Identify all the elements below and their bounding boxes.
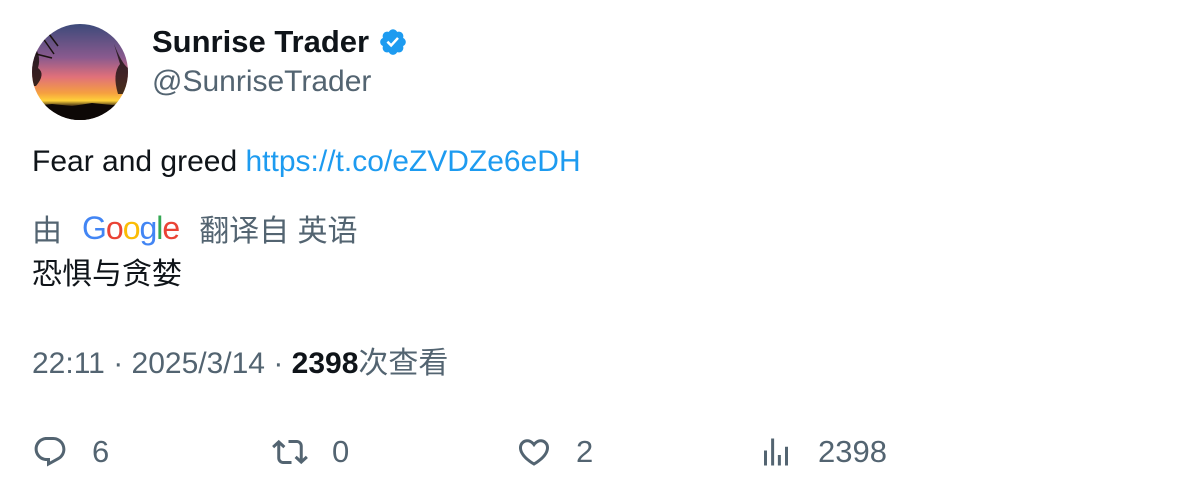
display-name-row: Sunrise Trader — [152, 22, 408, 62]
views-label: 次查看 — [358, 347, 449, 380]
tweet-meta: 22:11 · 2025/3/14 · 2398次查看 — [32, 344, 448, 384]
translation-prefix: 由 — [32, 215, 62, 248]
tweet-card: Sunrise Trader @SunriseTrader Fear and g… — [0, 0, 1196, 498]
avatar[interactable] — [32, 24, 128, 120]
retweet-icon — [272, 439, 308, 465]
views-count: 2398 — [291, 347, 359, 380]
tweet-date[interactable]: 2025/3/14 — [132, 347, 265, 380]
display-name[interactable]: Sunrise Trader — [152, 22, 369, 62]
user-handle[interactable]: @SunriseTrader — [152, 62, 371, 102]
tweet-body-text: Fear and greed — [32, 145, 246, 178]
like-button[interactable]: 2 — [516, 428, 593, 476]
tweet-text: Fear and greed https://t.co/eZVDZe6eDH — [32, 142, 581, 182]
avatar-sunset-image — [32, 24, 128, 120]
retweet-count: 0 — [332, 434, 350, 469]
views-action-count: 2398 — [818, 434, 887, 469]
tweet-link[interactable]: https://t.co/eZVDZe6eDH — [245, 145, 580, 178]
action-bar: 6 0 2 2398 — [32, 428, 1162, 476]
verified-badge-icon — [378, 27, 408, 57]
reply-count: 6 — [92, 434, 110, 469]
translated-text: 恐惧与贪婪 — [32, 257, 182, 292]
google-logo: Google — [82, 209, 180, 246]
meta-separator: · — [265, 347, 292, 380]
reply-button[interactable]: 6 — [32, 428, 109, 476]
heart-icon — [518, 439, 550, 466]
tweet-time[interactable]: 22:11 — [32, 347, 105, 380]
translation-suffix: 翻译自 英语 — [199, 215, 358, 248]
like-count: 2 — [576, 434, 594, 469]
reply-icon — [34, 437, 66, 467]
meta-separator: · — [104, 347, 132, 380]
translation-attribution[interactable]: 由 Google 翻译自 英语 — [32, 206, 358, 250]
retweet-button[interactable]: 0 — [272, 428, 349, 476]
analytics-icon — [764, 438, 788, 466]
views-button[interactable]: 2398 — [758, 428, 887, 476]
